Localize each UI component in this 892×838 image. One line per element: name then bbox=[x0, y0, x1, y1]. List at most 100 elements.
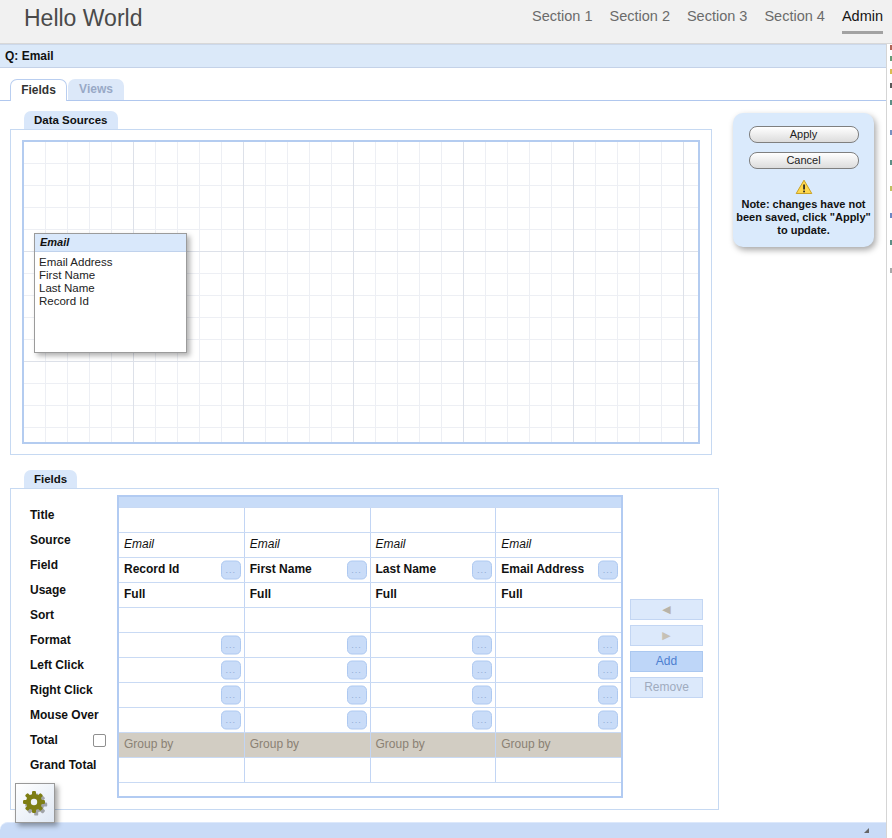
row-label-source: Source bbox=[30, 528, 110, 553]
cell-format-4[interactable]: ... bbox=[496, 633, 621, 657]
cell-total-3[interactable]: Group by bbox=[371, 733, 497, 757]
cell-mouse-over-2[interactable]: ... bbox=[245, 708, 371, 732]
source-field-item[interactable]: Last Name bbox=[39, 282, 186, 295]
cancel-button[interactable]: Cancel bbox=[749, 152, 859, 169]
tab-strip-divider bbox=[0, 100, 887, 101]
cell-sort-2[interactable] bbox=[245, 608, 371, 632]
left-click-ellipsis-button[interactable]: ... bbox=[347, 661, 367, 680]
cell-total-2[interactable]: Group by bbox=[245, 733, 371, 757]
cell-grand-total-2[interactable] bbox=[245, 758, 371, 782]
nav-admin[interactable]: Admin bbox=[842, 8, 883, 34]
source-field-item[interactable]: Record Id bbox=[39, 295, 186, 308]
cell-total-1[interactable]: Group by bbox=[119, 733, 245, 757]
cell-left-click-3[interactable]: ... bbox=[371, 658, 497, 682]
cell-sort-3[interactable] bbox=[371, 608, 497, 632]
row-left-click: ... ... ... ... bbox=[119, 657, 621, 682]
total-checkbox[interactable] bbox=[93, 734, 106, 747]
email-source-title[interactable]: Email bbox=[35, 234, 186, 252]
row-label-sort: Sort bbox=[30, 603, 110, 628]
cell-mouse-over-4[interactable]: ... bbox=[496, 708, 621, 732]
settings-button[interactable] bbox=[15, 783, 55, 823]
left-click-ellipsis-button[interactable]: ... bbox=[472, 661, 492, 680]
field-value: Last Name bbox=[376, 562, 437, 576]
cell-sort-1[interactable] bbox=[119, 608, 245, 632]
fields-table-top-strip bbox=[119, 497, 621, 507]
left-click-ellipsis-button[interactable]: ... bbox=[598, 661, 618, 680]
data-sources-panel-label: Data Sources bbox=[24, 111, 118, 129]
right-click-ellipsis-button[interactable]: ... bbox=[472, 686, 492, 705]
row-source: Email Email Email Email bbox=[119, 532, 621, 557]
cell-usage-4[interactable]: Full bbox=[496, 583, 621, 607]
cell-format-1[interactable]: ... bbox=[119, 633, 245, 657]
cell-mouse-over-3[interactable]: ... bbox=[371, 708, 497, 732]
cell-mouse-over-1[interactable]: ... bbox=[119, 708, 245, 732]
mouse-over-ellipsis-button[interactable]: ... bbox=[347, 711, 367, 730]
mouse-over-ellipsis-button[interactable]: ... bbox=[221, 711, 241, 730]
row-usage: Full Full Full Full bbox=[119, 582, 621, 607]
cell-right-click-4[interactable]: ... bbox=[496, 683, 621, 707]
cell-sort-4[interactable] bbox=[496, 608, 621, 632]
left-click-ellipsis-button[interactable]: ... bbox=[221, 661, 241, 680]
cell-title-3[interactable] bbox=[371, 508, 497, 532]
cell-field-2[interactable]: First Name... bbox=[245, 558, 371, 582]
cell-format-2[interactable]: ... bbox=[245, 633, 371, 657]
move-right-button[interactable]: ▶ bbox=[630, 625, 703, 646]
cell-source-2[interactable]: Email bbox=[245, 533, 371, 557]
move-left-button[interactable]: ◀ bbox=[630, 599, 703, 620]
cell-right-click-1[interactable]: ... bbox=[119, 683, 245, 707]
cell-grand-total-4[interactable] bbox=[496, 758, 621, 782]
cell-total-4[interactable]: Group by bbox=[496, 733, 621, 757]
add-button[interactable]: Add bbox=[630, 651, 703, 672]
cell-source-1[interactable]: Email bbox=[119, 533, 245, 557]
source-field-item[interactable]: First Name bbox=[39, 269, 186, 282]
apply-button[interactable]: Apply bbox=[749, 126, 859, 143]
source-field-item[interactable]: Email Address bbox=[39, 256, 186, 269]
right-click-ellipsis-button[interactable]: ... bbox=[221, 686, 241, 705]
format-ellipsis-button[interactable]: ... bbox=[347, 636, 367, 655]
cell-title-1[interactable] bbox=[119, 508, 245, 532]
cell-title-4[interactable] bbox=[496, 508, 621, 532]
cell-title-2[interactable] bbox=[245, 508, 371, 532]
tab-fields[interactable]: Fields bbox=[10, 79, 67, 101]
format-ellipsis-button[interactable]: ... bbox=[598, 636, 618, 655]
nav-section-2[interactable]: Section 2 bbox=[609, 8, 669, 26]
cell-left-click-1[interactable]: ... bbox=[119, 658, 245, 682]
field-ellipsis-button[interactable]: ... bbox=[598, 561, 618, 580]
cell-grand-total-1[interactable] bbox=[119, 758, 245, 782]
tab-views[interactable]: Views bbox=[68, 79, 124, 100]
row-label-left-click: Left Click bbox=[30, 653, 110, 678]
field-ellipsis-button[interactable]: ... bbox=[347, 561, 367, 580]
cell-usage-3[interactable]: Full bbox=[371, 583, 497, 607]
app-title: Hello World bbox=[24, 5, 142, 32]
field-ellipsis-button[interactable]: ... bbox=[472, 561, 492, 580]
format-ellipsis-button[interactable]: ... bbox=[472, 636, 492, 655]
email-source-box[interactable]: Email Email Address First Name Last Name… bbox=[34, 233, 187, 353]
right-click-ellipsis-button[interactable]: ... bbox=[347, 686, 367, 705]
cell-right-click-3[interactable]: ... bbox=[371, 683, 497, 707]
cell-usage-2[interactable]: Full bbox=[245, 583, 371, 607]
cell-field-4[interactable]: Email Address... bbox=[496, 558, 621, 582]
data-sources-canvas[interactable]: Email Email Address First Name Last Name… bbox=[22, 140, 700, 444]
nav-section-3[interactable]: Section 3 bbox=[687, 8, 747, 26]
cell-field-3[interactable]: Last Name... bbox=[371, 558, 497, 582]
cell-source-3[interactable]: Email bbox=[371, 533, 497, 557]
mouse-over-ellipsis-button[interactable]: ... bbox=[598, 711, 618, 730]
nav-section-1[interactable]: Section 1 bbox=[532, 8, 592, 26]
email-source-fields: Email Address First Name Last Name Recor… bbox=[35, 252, 186, 308]
cell-right-click-2[interactable]: ... bbox=[245, 683, 371, 707]
format-ellipsis-button[interactable]: ... bbox=[221, 636, 241, 655]
unsaved-note-text: Note: changes have not been saved, click… bbox=[735, 198, 873, 237]
cell-source-4[interactable]: Email bbox=[496, 533, 621, 557]
cell-left-click-2[interactable]: ... bbox=[245, 658, 371, 682]
field-ellipsis-button[interactable]: ... bbox=[221, 561, 241, 580]
right-click-ellipsis-button[interactable]: ... bbox=[598, 686, 618, 705]
cell-left-click-4[interactable]: ... bbox=[496, 658, 621, 682]
remove-button[interactable]: Remove bbox=[630, 677, 703, 698]
fields-table: Email Email Email Email Record Id... Fir… bbox=[117, 495, 623, 798]
nav-section-4[interactable]: Section 4 bbox=[764, 8, 824, 26]
cell-usage-1[interactable]: Full bbox=[119, 583, 245, 607]
mouse-over-ellipsis-button[interactable]: ... bbox=[472, 711, 492, 730]
cell-format-3[interactable]: ... bbox=[371, 633, 497, 657]
cell-grand-total-3[interactable] bbox=[371, 758, 497, 782]
cell-field-1[interactable]: Record Id... bbox=[119, 558, 245, 582]
